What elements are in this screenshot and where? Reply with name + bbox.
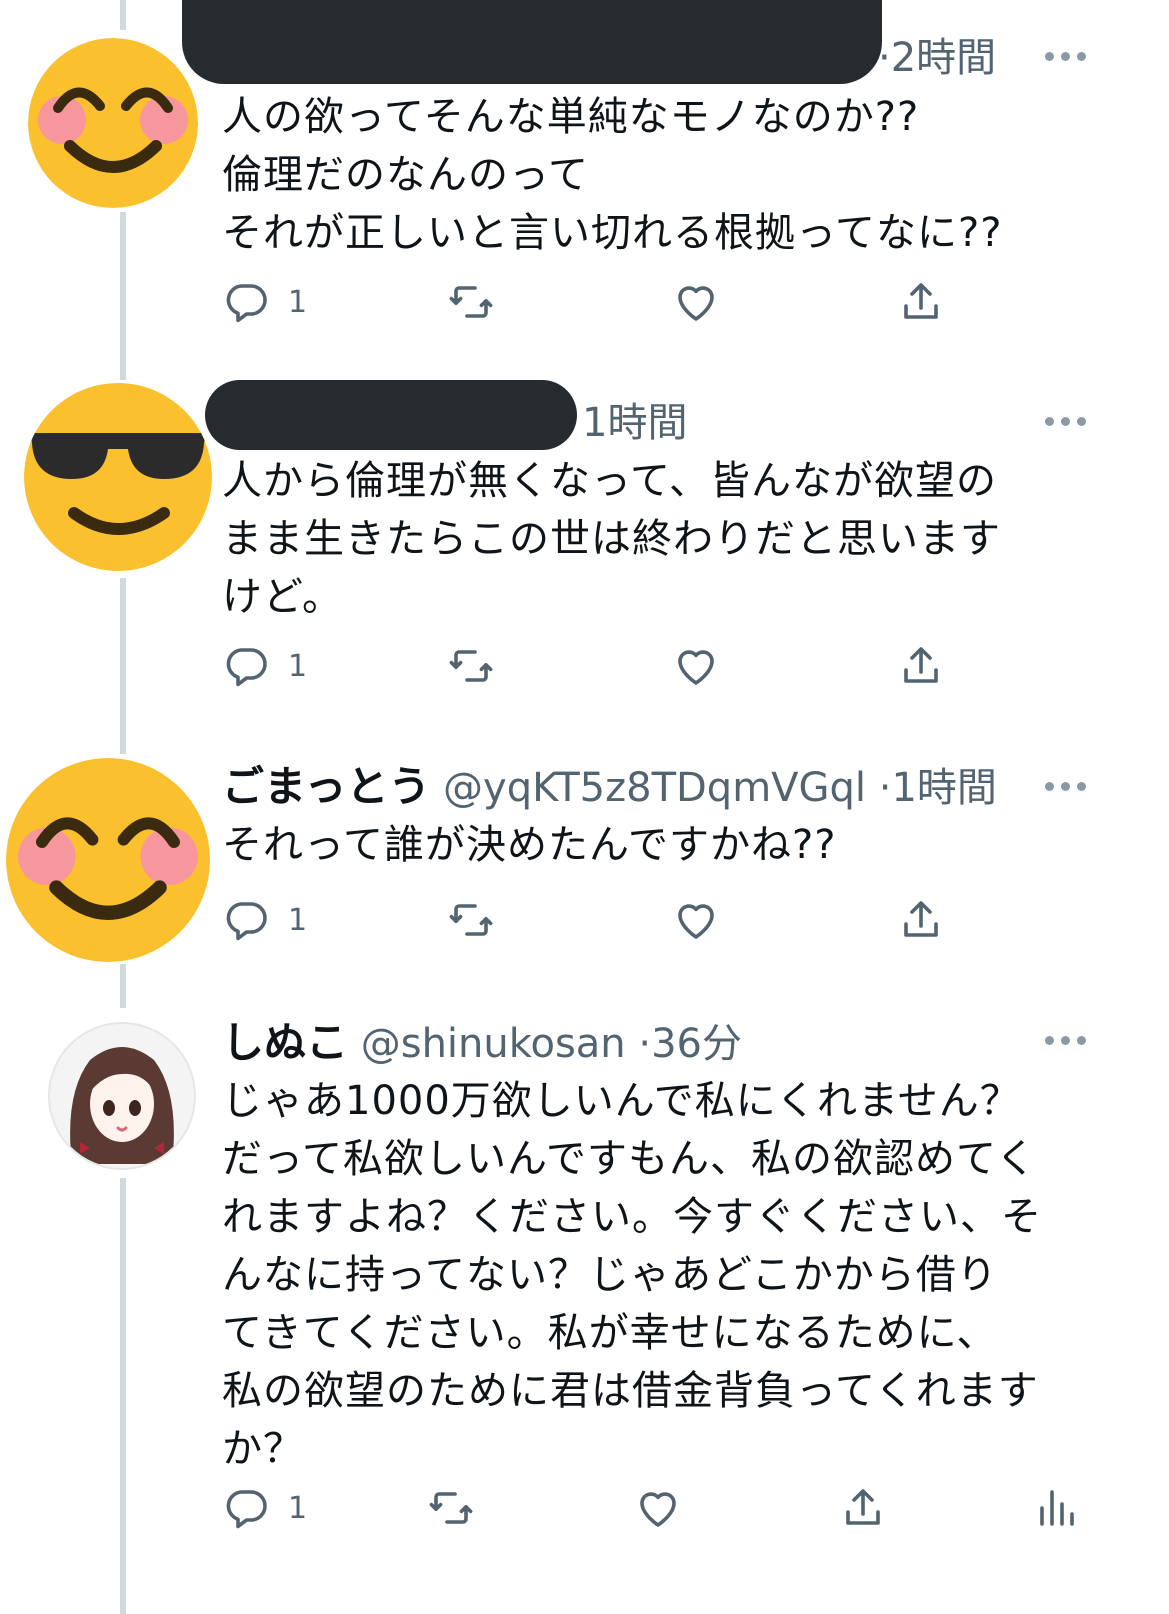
retweet-button[interactable]: [427, 1484, 475, 1532]
tweet-time[interactable]: ·36分: [638, 1021, 742, 1067]
reply-count: 1: [288, 1490, 308, 1526]
tweet-actions: 1: [222, 1484, 1152, 1540]
heart-icon: [640, 1492, 676, 1527]
more-options-icon[interactable]: [1045, 1036, 1086, 1045]
avatar[interactable]: [48, 1022, 196, 1170]
retweet-icon: [429, 1492, 473, 1524]
tweet-header: しぬこ @shinukosan ·36分: [222, 1021, 742, 1067]
analytics-button[interactable]: [1032, 1484, 1080, 1532]
reply-button[interactable]: 1: [222, 1484, 307, 1532]
tweet[interactable]: しぬこ @shinukosan ·36分 じゃあ1000万欲しいんで私にくれませ…: [0, 0, 1169, 1614]
anime-girl-avatar-icon: [50, 1024, 194, 1168]
tweet-text: じゃあ1000万欲しいんで私にくれません？ だって私欲しいんですもん、私の欲認め…: [222, 1078, 1042, 1472]
reply-icon: [226, 1490, 267, 1529]
user-handle[interactable]: @shinukosan: [361, 1021, 626, 1067]
display-name[interactable]: しぬこ: [222, 1018, 348, 1067]
like-button[interactable]: [634, 1484, 682, 1532]
share-button[interactable]: [839, 1484, 887, 1532]
share-icon: [846, 1489, 880, 1525]
analytics-icon: [1040, 1490, 1074, 1526]
